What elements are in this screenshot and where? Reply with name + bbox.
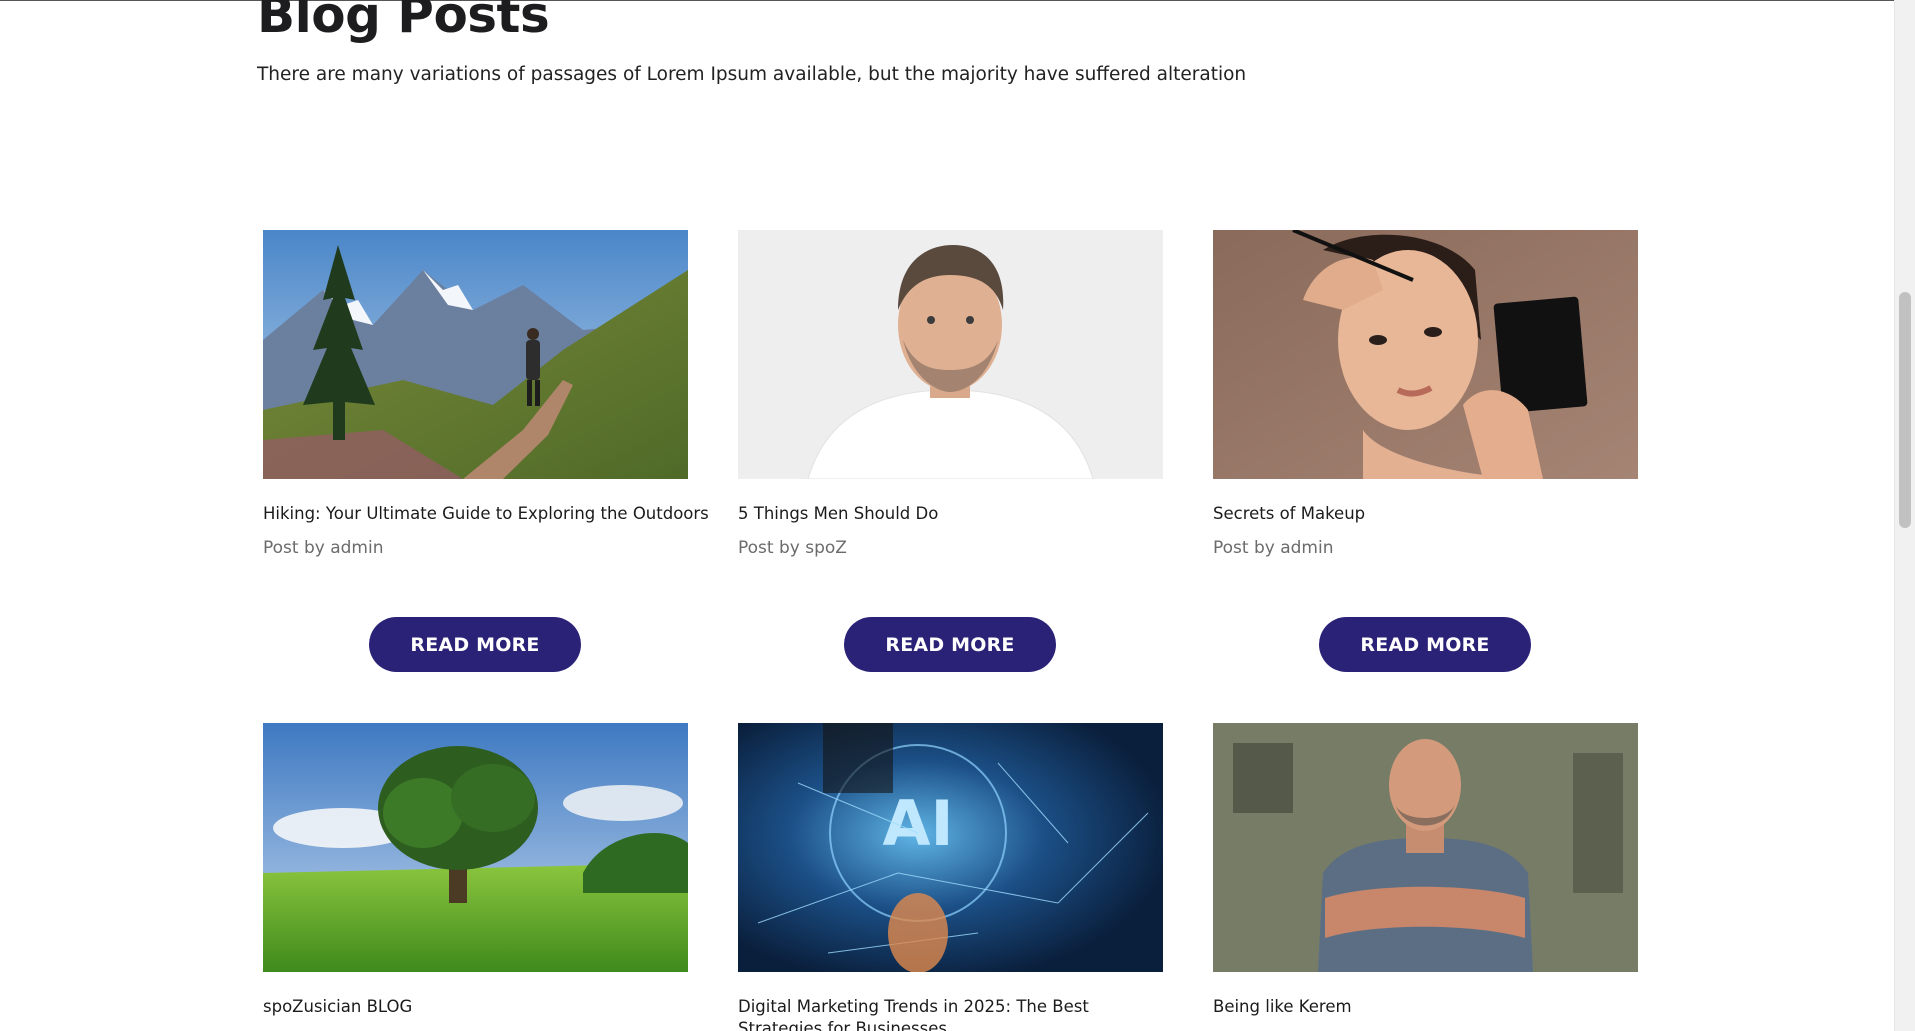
blog-card: AI Digital Marketing Trends in 2025: The…	[738, 723, 1163, 1031]
post-title[interactable]: 5 Things Men Should Do	[738, 503, 1163, 525]
blog-card: Secrets of Makeup Post by admin	[1213, 230, 1638, 558]
page-title: Blog Posts	[257, 0, 550, 44]
post-title[interactable]: Being like Kerem	[1213, 996, 1638, 1018]
mountain-hiker-photo	[263, 230, 688, 479]
read-more-button[interactable]: READ MORE	[844, 617, 1056, 672]
blog-card: spoZusician BLOG	[263, 723, 688, 1018]
post-image-men[interactable]	[738, 230, 1163, 479]
post-image-kerem[interactable]	[1213, 723, 1638, 972]
read-more-button[interactable]: READ MORE	[369, 617, 581, 672]
post-author: Post by admin	[1213, 538, 1334, 558]
post-image-ai[interactable]: AI	[738, 723, 1163, 972]
man-portrait-photo	[738, 230, 1163, 479]
page-subtitle: There are many variations of passages of…	[257, 64, 1247, 85]
svg-text:AI: AI	[882, 787, 953, 860]
post-title[interactable]: Secrets of Makeup	[1213, 503, 1638, 525]
post-title[interactable]: Digital Marketing Trends in 2025: The Be…	[738, 996, 1163, 1031]
makeup-woman-photo	[1213, 230, 1638, 479]
post-author: Post by spoZ	[738, 538, 847, 558]
oak-tree-field-photo	[263, 723, 688, 972]
post-image-tree[interactable]	[263, 723, 688, 972]
post-title[interactable]: Hiking: Your Ultimate Guide to Exploring…	[263, 503, 709, 525]
read-more-button[interactable]: READ MORE	[1319, 617, 1531, 672]
post-image-hiking[interactable]	[263, 230, 688, 479]
muscular-man-photo	[1213, 723, 1638, 972]
scrollbar[interactable]	[1894, 0, 1915, 1031]
ai-digital-network-photo: AI	[738, 723, 1163, 972]
scrollbar-thumb[interactable]	[1899, 292, 1911, 528]
blog-card: 5 Things Men Should Do Post by spoZ	[738, 230, 1163, 558]
blog-page: Blog Posts There are many variations of …	[0, 0, 1895, 1031]
post-title[interactable]: spoZusician BLOG	[263, 996, 688, 1018]
post-author: Post by admin	[263, 538, 384, 558]
post-image-makeup[interactable]	[1213, 230, 1638, 479]
blog-card: Being like Kerem	[1213, 723, 1638, 1018]
blog-card: Hiking: Your Ultimate Guide to Exploring…	[263, 230, 709, 558]
